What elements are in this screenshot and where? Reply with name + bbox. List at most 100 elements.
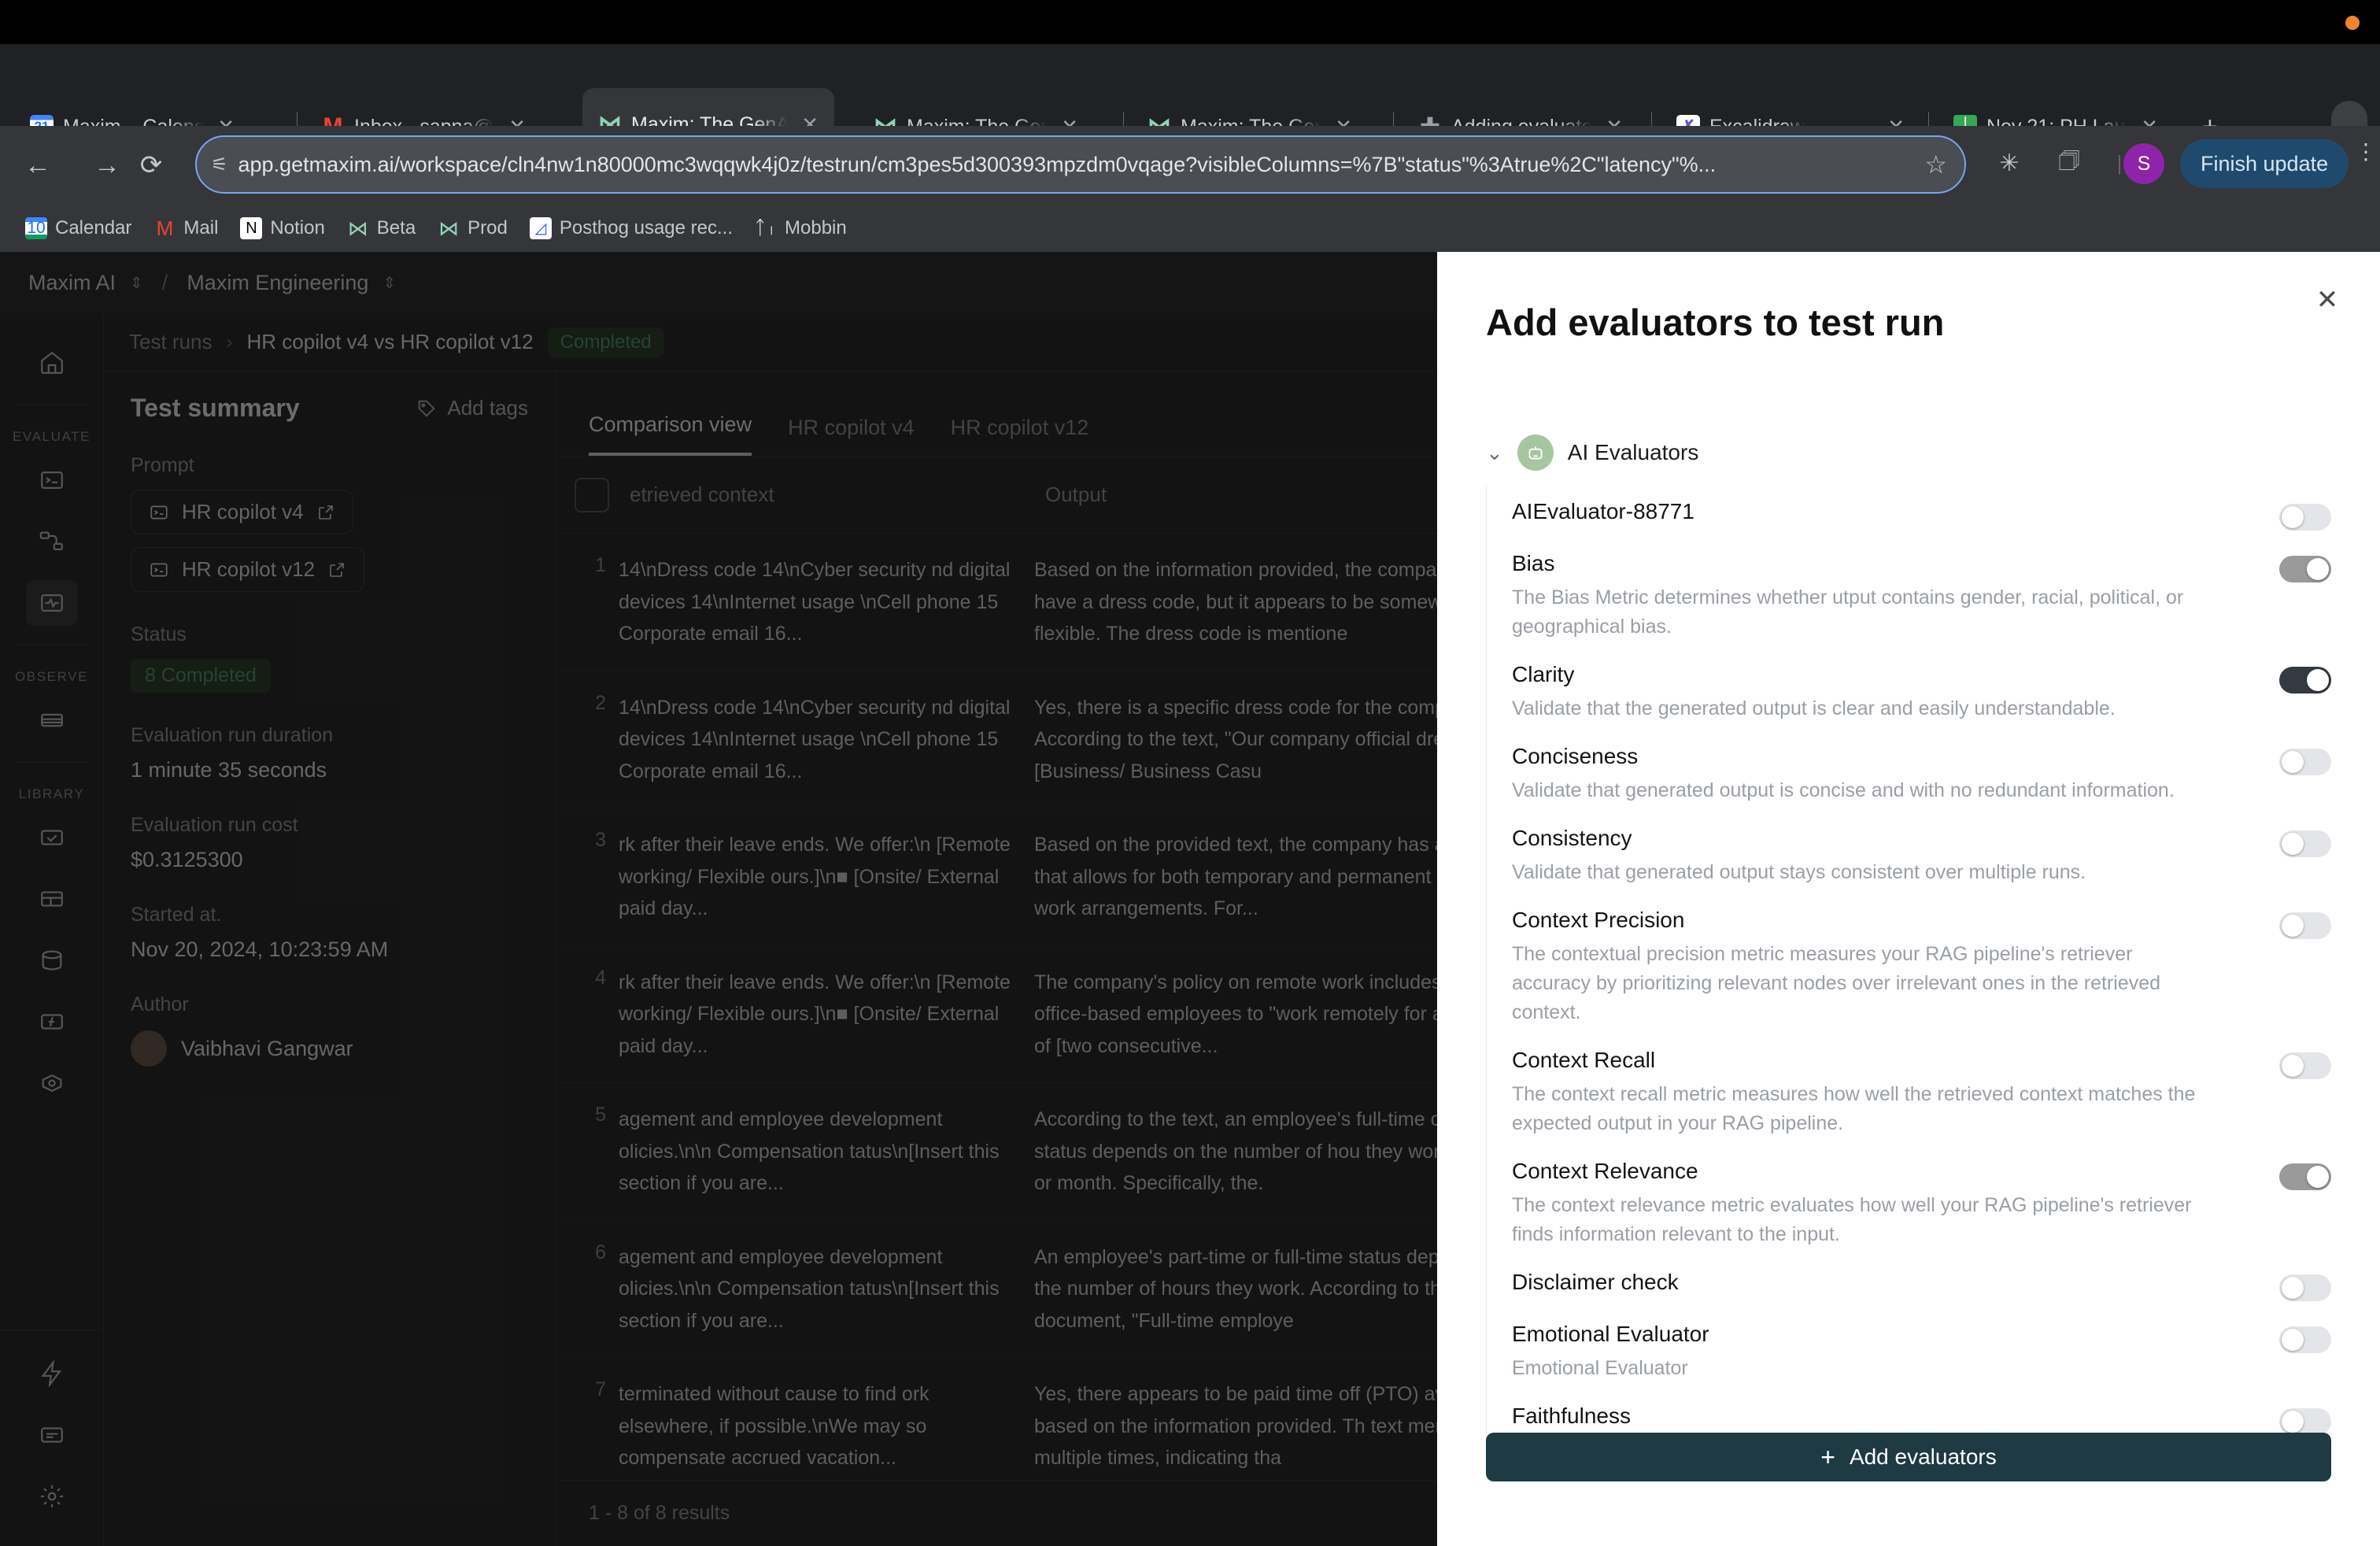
evaluator-toggle[interactable] xyxy=(2279,1326,2331,1353)
evaluator-description: Validate that the generated output is cl… xyxy=(1512,697,2116,719)
sidebar-item-home[interactable] xyxy=(26,340,78,386)
address-bar[interactable]: ⚟ app.getmaxim.ai/workspace/cln4nw1n8000… xyxy=(195,135,1966,194)
bookmark-label: Beta xyxy=(376,217,416,239)
external-link-icon[interactable] xyxy=(316,503,335,522)
bookmark-prod[interactable]: ⋈ Prod xyxy=(427,213,519,244)
prompt-label: Prompt xyxy=(131,454,194,476)
duration-label: Evaluation run duration xyxy=(131,724,334,746)
bookmark-mail[interactable]: M Mail xyxy=(142,213,229,244)
avatar[interactable]: S xyxy=(2123,143,2164,184)
column-header-context[interactable]: etrieved context xyxy=(630,483,1045,507)
gmail-icon: M xyxy=(156,216,174,240)
evaluator-toggle[interactable] xyxy=(2279,1274,2331,1301)
evaluator-row-clarity[interactable]: Clarity Validate that the generated outp… xyxy=(1512,648,2331,730)
evaluator-toggle[interactable] xyxy=(2279,749,2331,775)
project-name[interactable]: Maxim Engineering xyxy=(187,271,368,295)
extensions-puzzle-icon[interactable]: 🗇 xyxy=(2046,140,2092,186)
row-index: 1 xyxy=(595,554,606,576)
prompt-name: HR copilot v4 xyxy=(182,500,304,523)
bookmark-notion[interactable]: N Notion xyxy=(229,213,335,244)
add-tags-label: Add tags xyxy=(447,396,528,420)
evaluator-list[interactable]: AIEvaluator-88771 Bias The Bias Metric d… xyxy=(1486,485,2331,1461)
started-label: Started at. xyxy=(131,904,222,926)
evaluator-row-context-relevance[interactable]: Context Relevance The context relevance … xyxy=(1512,1145,2331,1256)
site-info-icon[interactable]: ⚟ xyxy=(211,153,227,176)
evaluator-description: The contextual precision metric measures… xyxy=(1512,943,2161,1023)
mobbin-icon: ᛏᛧ xyxy=(754,217,778,239)
browser-menu-icon[interactable]: ⋮ xyxy=(2355,140,2377,162)
external-link-icon[interactable] xyxy=(327,560,346,579)
notion-icon: N xyxy=(240,217,263,239)
sidebar-item-functions[interactable] xyxy=(26,999,78,1045)
prompt-pill-v4[interactable]: HR copilot v4 xyxy=(131,490,353,534)
sidebar-item-workflows[interactable] xyxy=(26,519,78,564)
sidebar-item-quickstart[interactable] xyxy=(26,1351,78,1396)
chevron-down-icon[interactable]: ⌄ xyxy=(1486,441,1503,465)
bookmark-posthog[interactable]: ◿ Posthog usage rec... xyxy=(519,213,744,244)
evaluator-description: The context recall metric measures how w… xyxy=(1512,1083,2196,1134)
evaluator-group-header[interactable]: ⌄ AI Evaluators xyxy=(1486,435,1698,471)
evaluator-toggle[interactable] xyxy=(2279,1408,2331,1435)
plus-icon: + xyxy=(1820,1443,1835,1471)
add-evaluators-modal: ✕ Add evaluators to test run ⌄ AI Evalua… xyxy=(1437,252,2380,1546)
prompt-icon xyxy=(150,563,168,576)
evaluator-toggle[interactable] xyxy=(2279,912,2331,939)
evaluator-row-disclaimer-check[interactable]: Disclaimer check xyxy=(1512,1256,2331,1307)
sidebar-item-evaluators[interactable] xyxy=(26,815,78,860)
select-all-checkbox[interactable] xyxy=(575,477,609,512)
sidebar-item-docs[interactable] xyxy=(26,1412,78,1458)
sidebar-item-database[interactable] xyxy=(26,938,78,983)
chevron-updown-icon[interactable]: ⇕ xyxy=(130,273,143,293)
sidebar-item-test-runs[interactable] xyxy=(25,580,78,626)
gear-icon[interactable] xyxy=(26,1474,78,1519)
evaluator-row-context-precision[interactable]: Context Precision The contextual precisi… xyxy=(1512,893,2331,1034)
evaluator-row-context-recall[interactable]: Context Recall The context recall metric… xyxy=(1512,1034,2331,1145)
evaluator-toggle[interactable] xyxy=(2279,504,2331,531)
evaluator-toggle[interactable] xyxy=(2279,830,2331,857)
chevron-updown-icon[interactable]: ⇕ xyxy=(382,273,396,293)
bookmark-label: Posthog usage rec... xyxy=(559,217,734,239)
evaluator-name: AIEvaluator-88771 xyxy=(1512,499,1694,523)
evaluator-row-conciseness[interactable]: Conciseness Validate that generated outp… xyxy=(1512,730,2331,812)
evaluator-row-emotional-evaluator[interactable]: Emotional Evaluator Emotional Evaluator xyxy=(1512,1307,2331,1389)
evaluator-toggle[interactable] xyxy=(2279,1052,2331,1079)
bookmark-calendar[interactable]: 10 Calendar xyxy=(14,213,142,244)
evaluator-row-aievaluator-88771[interactable]: AIEvaluator-88771 xyxy=(1512,485,2331,537)
add-tags-button[interactable]: Add tags xyxy=(416,396,528,420)
tab-comparison-view[interactable]: Comparison view xyxy=(589,412,752,456)
robot-icon xyxy=(1517,435,1554,471)
prompt-name: HR copilot v12 xyxy=(182,557,316,581)
evaluator-row-consistency[interactable]: Consistency Validate that generated outp… xyxy=(1512,812,2331,893)
prompt-pill-v12[interactable]: HR copilot v12 xyxy=(131,547,365,592)
cell-context: 14\nDress code 14\nCyber security nd dig… xyxy=(619,696,1011,782)
started-value: Nov 20, 2024, 10:23:59 AM xyxy=(131,938,389,961)
row-index: 2 xyxy=(595,691,606,714)
reload-icon[interactable]: ⟳ xyxy=(126,140,176,190)
forward-icon[interactable]: → xyxy=(82,140,132,190)
close-icon[interactable]: ✕ xyxy=(2309,282,2345,318)
sidebar-item-logs[interactable] xyxy=(26,697,78,743)
breadcrumb-root[interactable]: Test runs xyxy=(129,330,213,354)
evaluator-toggle[interactable] xyxy=(2279,1163,2331,1190)
tab-hr-copilot-v4[interactable]: HR copilot v4 xyxy=(788,416,915,456)
tab-hr-copilot-v12[interactable]: HR copilot v12 xyxy=(951,416,1089,456)
bookmark-star-icon[interactable]: ☆ xyxy=(1924,150,1947,179)
bookmark-label: Mail xyxy=(183,217,219,239)
sidebar-item-datasets[interactable] xyxy=(26,876,78,922)
evaluator-row-bias[interactable]: Bias The Bias Metric determines whether … xyxy=(1512,537,2331,648)
back-icon[interactable]: ← xyxy=(13,140,63,190)
sidebar-item-nodes[interactable] xyxy=(26,1060,78,1106)
status-value: 8 Completed xyxy=(131,659,271,693)
bookmark-beta[interactable]: ⋈ Beta xyxy=(336,213,427,244)
evaluator-name: Faithfulness xyxy=(1512,1404,1631,1428)
bookmarks-bar: 10 Calendar M Mail N Notion ⋈ Beta ⋈ Pro… xyxy=(0,205,2380,252)
evaluator-toggle[interactable] xyxy=(2279,667,2331,693)
workspace-name[interactable]: Maxim AI xyxy=(28,271,116,295)
finish-update-button[interactable]: Finish update xyxy=(2180,139,2349,188)
bookmark-mobbin[interactable]: ᛏᛧ Mobbin xyxy=(744,213,858,244)
sidebar-item-prompts[interactable] xyxy=(26,457,78,503)
extension-icon[interactable]: ✳ xyxy=(1986,140,2032,186)
evaluator-toggle[interactable] xyxy=(2279,556,2331,583)
add-evaluators-button[interactable]: + Add evaluators xyxy=(1486,1433,2331,1481)
add-evaluators-label: Add evaluators xyxy=(1849,1444,1997,1469)
